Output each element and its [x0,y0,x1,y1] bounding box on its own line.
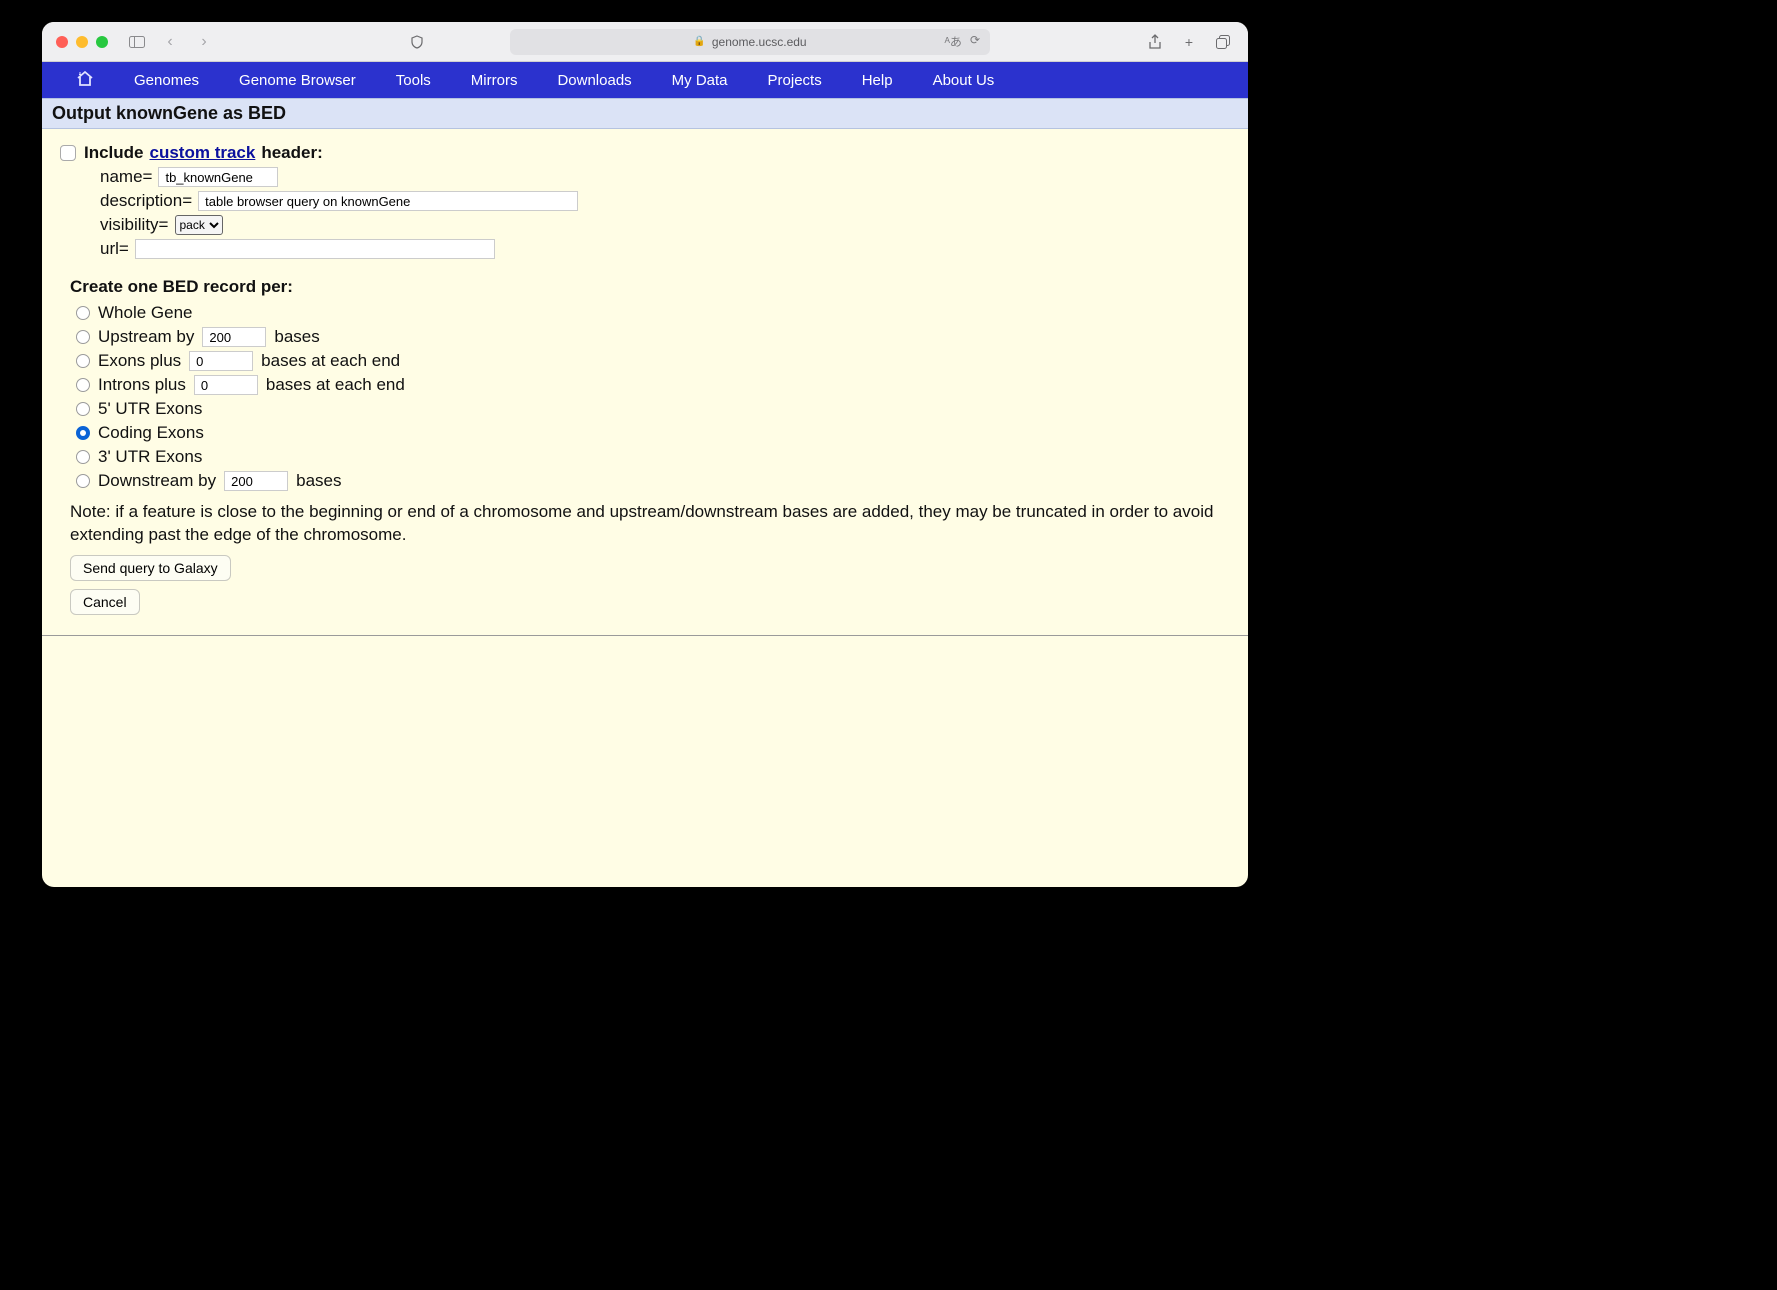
include-label-suffix: header: [261,143,322,163]
name-input[interactable] [158,167,278,187]
lock-icon: 🔒 [693,36,705,47]
bed-option-radio[interactable] [76,402,90,416]
close-window-icon[interactable] [56,36,68,48]
bed-option-label: 3' UTR Exons [98,447,202,467]
browser-window: ‹ › 🔒 genome.ucsc.edu ᴬあ ⟳ + G [42,22,1248,887]
bed-option-label: Introns plus [98,375,186,395]
bed-option-suffix: bases at each end [261,351,400,371]
section-header: Output knownGene as BED [42,98,1248,129]
description-input[interactable] [198,191,578,211]
privacy-shield-icon[interactable] [406,31,428,53]
bed-option-value-input[interactable] [189,351,253,371]
menu-about-us[interactable]: About Us [933,72,995,89]
titlebar: ‹ › 🔒 genome.ucsc.edu ᴬあ ⟳ + [42,22,1248,62]
bed-option-label: Downstream by [98,471,216,491]
bed-option-label: Upstream by [98,327,194,347]
translate-icon[interactable]: ᴬあ [944,33,961,50]
note-text: Note: if a feature is close to the begin… [70,501,1234,547]
maximize-window-icon[interactable] [96,36,108,48]
share-icon[interactable] [1144,31,1166,53]
menu-downloads[interactable]: Downloads [557,72,631,89]
url-label: url= [100,239,129,259]
bed-option-suffix: bases at each end [266,375,405,395]
form-content: Include custom track header: name= descr… [42,129,1248,636]
bed-option-row: Coding Exons [76,423,1234,443]
menu-mirrors[interactable]: Mirrors [471,72,518,89]
bed-option-row: 3' UTR Exons [76,447,1234,467]
home-icon[interactable] [76,70,94,91]
empty-area [42,636,1248,856]
minimize-window-icon[interactable] [76,36,88,48]
bed-option-radio[interactable] [76,306,90,320]
menu-genomes[interactable]: Genomes [134,72,199,89]
create-one-label: Create one BED record per: [70,277,1234,297]
address-text: genome.ucsc.edu [712,35,807,49]
bed-option-suffix: bases [296,471,341,491]
send-query-button[interactable]: Send query to Galaxy [70,555,231,581]
bed-option-label: Whole Gene [98,303,193,323]
description-label: description= [100,191,192,211]
url-input[interactable] [135,239,495,259]
bed-option-row: Introns plus bases at each end [76,375,1234,395]
menu-projects[interactable]: Projects [768,72,822,89]
cancel-button[interactable]: Cancel [70,589,140,615]
bed-option-value-input[interactable] [194,375,258,395]
bed-option-label: Coding Exons [98,423,204,443]
name-label: name= [100,167,152,187]
back-button[interactable]: ‹ [158,33,182,51]
menu-tools[interactable]: Tools [396,72,431,89]
menubar: Genomes Genome Browser Tools Mirrors Dow… [42,62,1248,98]
new-tab-icon[interactable]: + [1178,31,1200,53]
forward-button[interactable]: › [192,33,216,51]
sidebar-toggle-icon[interactable] [126,31,148,53]
bed-option-row: Whole Gene [76,303,1234,323]
bed-option-value-input[interactable] [224,471,288,491]
menu-my-data[interactable]: My Data [672,72,728,89]
bed-option-radio[interactable] [76,378,90,392]
bed-option-radio[interactable] [76,474,90,488]
bed-option-value-input[interactable] [202,327,266,347]
bed-option-label: Exons plus [98,351,181,371]
menu-help[interactable]: Help [862,72,893,89]
bed-option-row: Exons plus bases at each end [76,351,1234,371]
include-label-prefix: Include [84,143,144,163]
bed-option-row: Downstream by bases [76,471,1234,491]
bed-option-radio[interactable] [76,426,90,440]
bed-option-row: Upstream by bases [76,327,1234,347]
menu-genome-browser[interactable]: Genome Browser [239,72,356,89]
bed-option-radio[interactable] [76,450,90,464]
bed-option-radio[interactable] [76,354,90,368]
bed-option-suffix: bases [274,327,319,347]
address-bar[interactable]: 🔒 genome.ucsc.edu ᴬあ ⟳ [510,29,990,55]
bed-option-row: 5' UTR Exons [76,399,1234,419]
include-header-checkbox[interactable] [60,145,76,161]
bed-option-radio[interactable] [76,330,90,344]
visibility-label: visibility= [100,215,169,235]
custom-track-link[interactable]: custom track [150,143,256,163]
window-controls [56,36,108,48]
visibility-select[interactable]: pack [175,215,223,235]
tabs-overview-icon[interactable] [1212,31,1234,53]
reload-icon[interactable]: ⟳ [970,33,980,50]
bed-option-label: 5' UTR Exons [98,399,202,419]
